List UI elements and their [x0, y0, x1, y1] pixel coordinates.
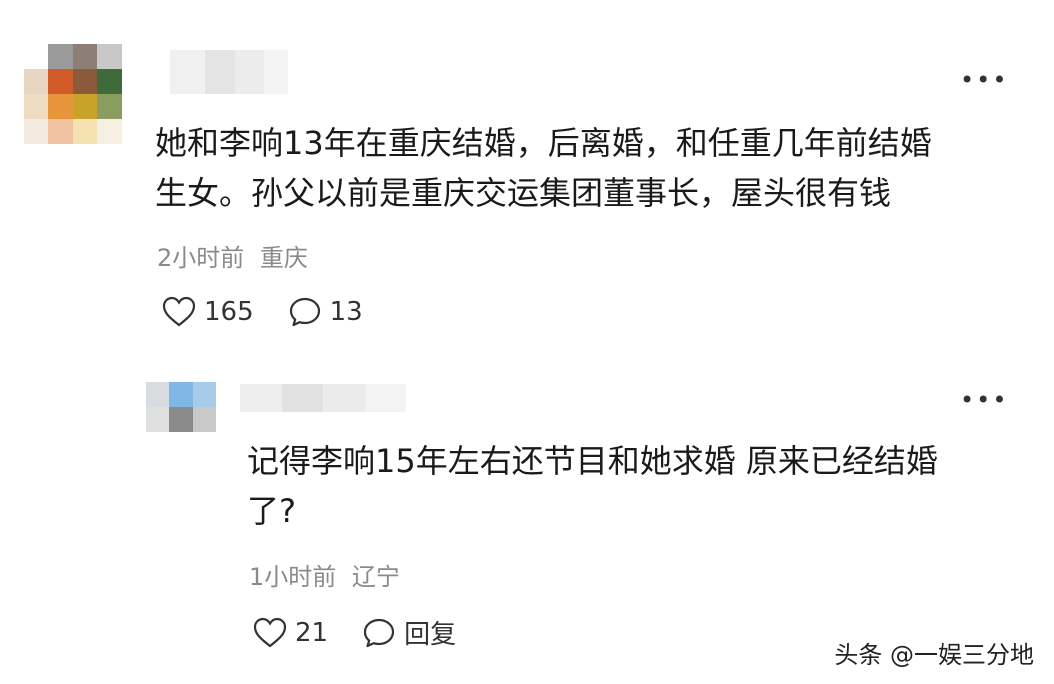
comment-time: 2小时前 — [157, 244, 245, 272]
reply-location: 辽宁 — [351, 563, 400, 591]
comment-bubble-icon — [289, 297, 320, 327]
comment-item: ••• 她和李响13年在重庆结婚，后离婚，和任重几年前结婚 生女。孙父以前是重庆… — [0, 0, 1054, 350]
more-icon[interactable]: ••• — [960, 388, 1008, 412]
username-blurred[interactable] — [240, 384, 406, 412]
comment-location: 重庆 — [259, 244, 308, 272]
reply-time: 1小时前 — [249, 563, 337, 591]
comment-text-line: 她和李响13年在重庆结婚，后离婚，和任重几年前结婚 — [155, 124, 932, 162]
heart-icon — [162, 296, 196, 327]
reply-item: ••• 记得李响15年左右还节目和她求婚 原来已经结婚 了? 1小时前 辽宁 2… — [0, 350, 1054, 684]
like-count: 165 — [204, 297, 254, 327]
comment-meta: 2小时前 重庆 — [157, 238, 308, 273]
comment-actions: 165 13 — [162, 296, 363, 328]
reply-text: 记得李响15年左右还节目和她求婚 原来已经结婚 了? — [247, 436, 1027, 536]
reply-count: 13 — [329, 297, 363, 327]
reply-meta: 1小时前 辽宁 — [249, 557, 400, 592]
avatar[interactable] — [24, 44, 146, 144]
username-blurred[interactable] — [170, 50, 288, 94]
heart-icon — [253, 617, 287, 647]
like-button[interactable]: 21 — [253, 617, 328, 649]
reply-button[interactable]: 回复 — [362, 614, 456, 651]
like-count: 21 — [295, 617, 329, 648]
comment-text-line: 生女。孙父以前是重庆交运集团董事长，屋头很有钱 — [155, 174, 892, 212]
comment-text: 她和李响13年在重庆结婚，后离婚，和任重几年前结婚 生女。孙父以前是重庆交运集团… — [155, 118, 1035, 218]
reply-label: 回复 — [404, 620, 457, 650]
like-button[interactable]: 165 — [162, 296, 254, 328]
more-icon[interactable]: ••• — [960, 68, 1008, 92]
reply-text-line: 了? — [247, 492, 296, 530]
reply-text-line: 记得李响15年左右还节目和她求婚 原来已经结婚 — [247, 442, 938, 480]
comment-bubble-icon — [363, 618, 395, 647]
avatar[interactable] — [146, 382, 216, 432]
reply-actions: 21 回复 — [253, 614, 456, 651]
watermark: 头条 @一娱三分地 — [834, 641, 1034, 669]
reply-button[interactable]: 13 — [288, 296, 363, 328]
